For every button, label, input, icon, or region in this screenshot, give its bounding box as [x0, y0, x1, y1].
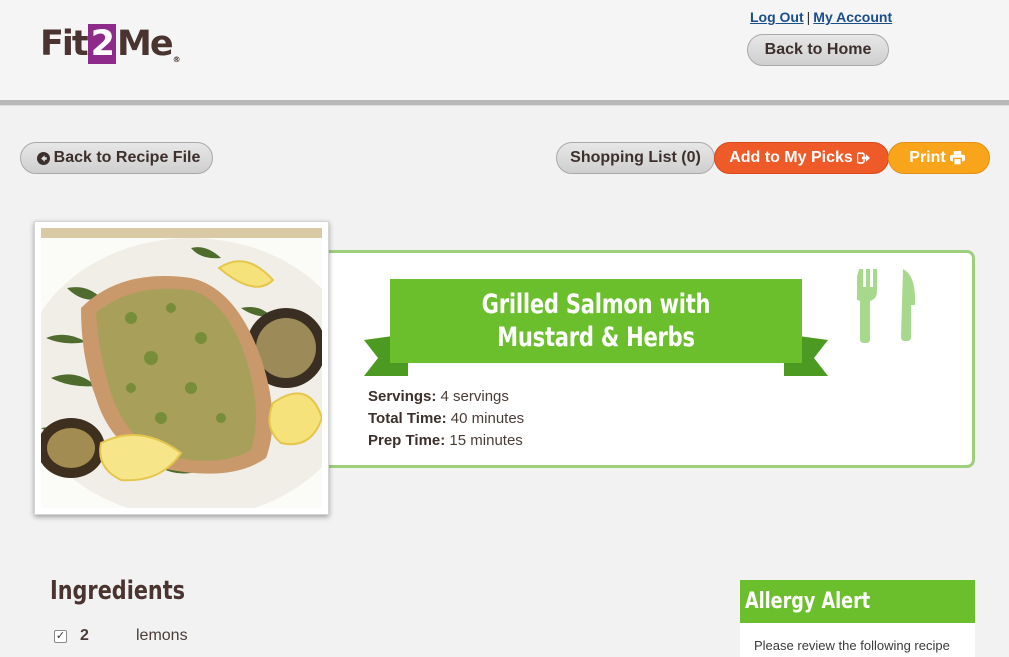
- logo-text-2: 2: [87, 24, 116, 64]
- link-separator: |: [806, 9, 811, 25]
- print-icon: [949, 151, 965, 165]
- recipe-photo-frame: [21, 221, 361, 518]
- total-time-label: Total Time:: [368, 410, 447, 427]
- logout-link[interactable]: Log Out: [750, 9, 804, 25]
- my-account-link[interactable]: My Account: [813, 9, 892, 25]
- recipe-photo: [21, 228, 361, 518]
- print-label: Print: [909, 149, 946, 166]
- total-time-row: Total Time: 40 minutes: [368, 408, 524, 430]
- allergy-alert-panel: Allergy Alert Please review the followin…: [740, 580, 975, 657]
- allergy-alert-text: Please review the following recipe: [754, 638, 950, 653]
- recipe-facts: Servings: 4 servings Total Time: 40 minu…: [368, 386, 524, 452]
- sign-in-icon: [856, 152, 870, 164]
- shopping-list-button[interactable]: Shopping List (0): [556, 142, 715, 174]
- back-to-home-button[interactable]: Back to Home: [747, 34, 889, 66]
- logo-registered-mark: ®: [172, 55, 181, 64]
- ingredients-heading: Ingredients: [50, 576, 186, 606]
- ingredient-checkbox[interactable]: ✓: [54, 629, 67, 643]
- fork-knife-icon: [857, 269, 915, 343]
- servings-value: 4 servings: [440, 388, 509, 405]
- ingredient-row: ✓ 2 lemons: [54, 627, 188, 645]
- add-to-my-picks-label: Add to My Picks: [729, 149, 853, 166]
- logo-text-fit: Fit: [40, 24, 89, 64]
- ingredient-name: lemons: [136, 627, 188, 644]
- allergy-alert-heading: Allergy Alert: [740, 580, 975, 623]
- prep-time-row: Prep Time: 15 minutes: [368, 430, 524, 452]
- account-links: Log Out | My Account: [750, 9, 892, 25]
- recipe-title-ribbon: Grilled Salmon with Mustard & Herbs: [390, 279, 802, 363]
- back-to-recipe-file-label: Back to Recipe File: [53, 149, 201, 166]
- add-to-my-picks-button[interactable]: Add to My Picks: [714, 142, 889, 174]
- prep-time-value: 15 minutes: [449, 432, 523, 449]
- servings-label: Servings:: [368, 388, 437, 405]
- servings-row: Servings: 4 servings: [368, 386, 524, 408]
- header-divider: [0, 100, 1009, 106]
- prep-time-label: Prep Time:: [368, 432, 446, 449]
- logo-text-me: Me: [117, 24, 174, 64]
- print-button[interactable]: Print: [888, 142, 990, 174]
- ingredient-quantity: 2: [80, 627, 89, 644]
- recipe-title: Grilled Salmon with Mustard & Herbs: [481, 289, 711, 353]
- allergy-alert-title: Allergy Alert: [745, 589, 871, 614]
- arrow-circle-left-icon: [36, 151, 50, 165]
- site-header: Fit 2 Me ® Log Out | My Account Back to Home: [0, 0, 1009, 100]
- back-to-recipe-file-button[interactable]: Back to Recipe File: [20, 142, 213, 174]
- total-time-value: 40 minutes: [450, 410, 525, 427]
- fit2me-logo[interactable]: Fit 2 Me ®: [40, 24, 181, 64]
